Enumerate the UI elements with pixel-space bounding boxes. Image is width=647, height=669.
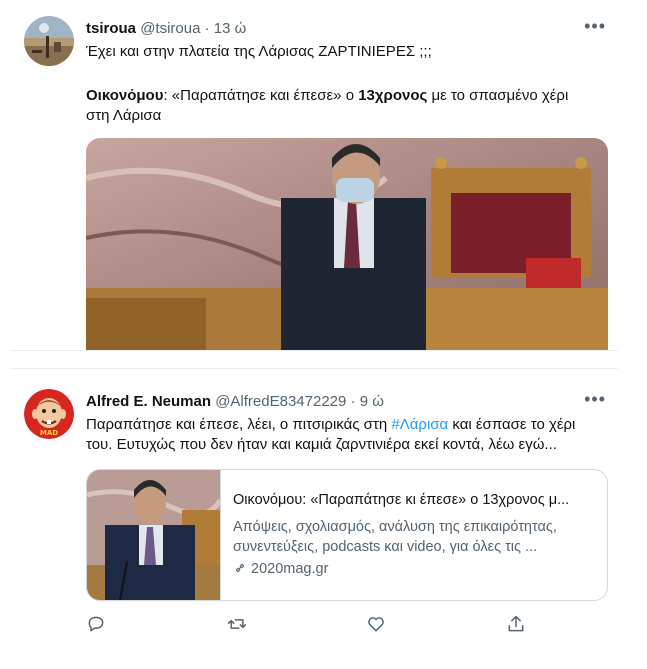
- tweet-text-part: και έσπασε το χέρι: [448, 416, 576, 433]
- quote-bold-age: 13χρονος: [358, 87, 428, 104]
- quote-text-end: με το σπασμένο χέρι: [427, 87, 569, 104]
- avatar[interactable]: [24, 16, 74, 66]
- tweet-text: Παραπάτησε και έπεσε, λέει, ο πιτσιρικάς…: [86, 415, 611, 455]
- card-thumbnail: [87, 470, 223, 600]
- tweet-text-line: Έχει και στην πλατεία της Λάρισας ΖΑΡΤΙΝ…: [86, 43, 432, 60]
- card-domain-text: 2020mag.gr: [251, 561, 329, 577]
- author-name[interactable]: Alfred E. Neuman: [86, 393, 211, 410]
- tweet-text: Έχει και στην πλατεία της Λάρισας ΖΑΡΤΙΝ…: [86, 42, 596, 126]
- hashtag-link[interactable]: #Λάρισα: [391, 416, 448, 433]
- tweet-photo[interactable]: [86, 138, 608, 350]
- card-description-line: συνεντεύξεις, podcasts και video, για όλ…: [233, 539, 538, 555]
- author-handle[interactable]: @AlfredE83472229: [215, 393, 346, 410]
- tweet-time[interactable]: 9 ώ: [360, 393, 384, 410]
- separator-dot: ·: [350, 393, 356, 410]
- share-icon[interactable]: [506, 614, 530, 638]
- author-name[interactable]: tsiroua: [86, 20, 136, 37]
- tweet-header: Alfred E. Neuman @AlfredE83472229 · 9 ώ: [86, 393, 384, 410]
- tweet-text-part: Παραπάτησε και έπεσε, λέει, ο πιτσιρικάς…: [86, 416, 392, 433]
- retweet-icon[interactable]: [226, 614, 250, 638]
- more-icon[interactable]: •••: [584, 16, 606, 37]
- tweet[interactable]: tsiroua @tsiroua · 13 ώ ••• Έχει και στη…: [10, 0, 618, 351]
- link-icon: [233, 561, 251, 577]
- tweet-quote-line: Οικονόμου: «Παραπάτησε και έπεσε» ο 13χρ…: [86, 86, 596, 106]
- avatar[interactable]: MAD: [24, 389, 74, 439]
- more-icon[interactable]: •••: [584, 389, 606, 410]
- tweet-text-line: του. Ευτυχώς που δεν ήταν και καμιά ζαρν…: [86, 436, 557, 453]
- like-icon[interactable]: [366, 614, 390, 638]
- card-description: Απόψεις, σχολιασμός, ανάλυση της επικαιρ…: [233, 517, 598, 557]
- avatar-text: MAD: [40, 429, 58, 437]
- quote-bold-name: Οικονόμου: [86, 87, 164, 104]
- card-domain: 2020mag.gr: [233, 561, 328, 577]
- reply-icon[interactable]: [86, 614, 110, 638]
- author-handle[interactable]: @tsiroua: [140, 20, 200, 37]
- tweet-header: tsiroua @tsiroua · 13 ώ: [86, 20, 246, 37]
- card-description-line: Απόψεις, σχολιασμός, ανάλυση της επικαιρ…: [233, 519, 557, 535]
- tweet-time[interactable]: 13 ώ: [214, 20, 247, 37]
- tweet[interactable]: MAD Alfred E. Neuman @AlfredE83472229 · …: [10, 368, 618, 669]
- card-title: Οικονόμου: «Παραπάτησε κι έπεσε» ο 13χρο…: [233, 492, 570, 508]
- tweet-actions: [86, 614, 546, 638]
- quote-text: : «Παραπάτησε και έπεσε» ο: [163, 87, 359, 104]
- link-card[interactable]: Οικονόμου: «Παραπάτησε κι έπεσε» ο 13χρο…: [86, 469, 608, 601]
- separator-dot: ·: [204, 20, 210, 37]
- quote-line2: στη Λάρισα: [86, 107, 162, 124]
